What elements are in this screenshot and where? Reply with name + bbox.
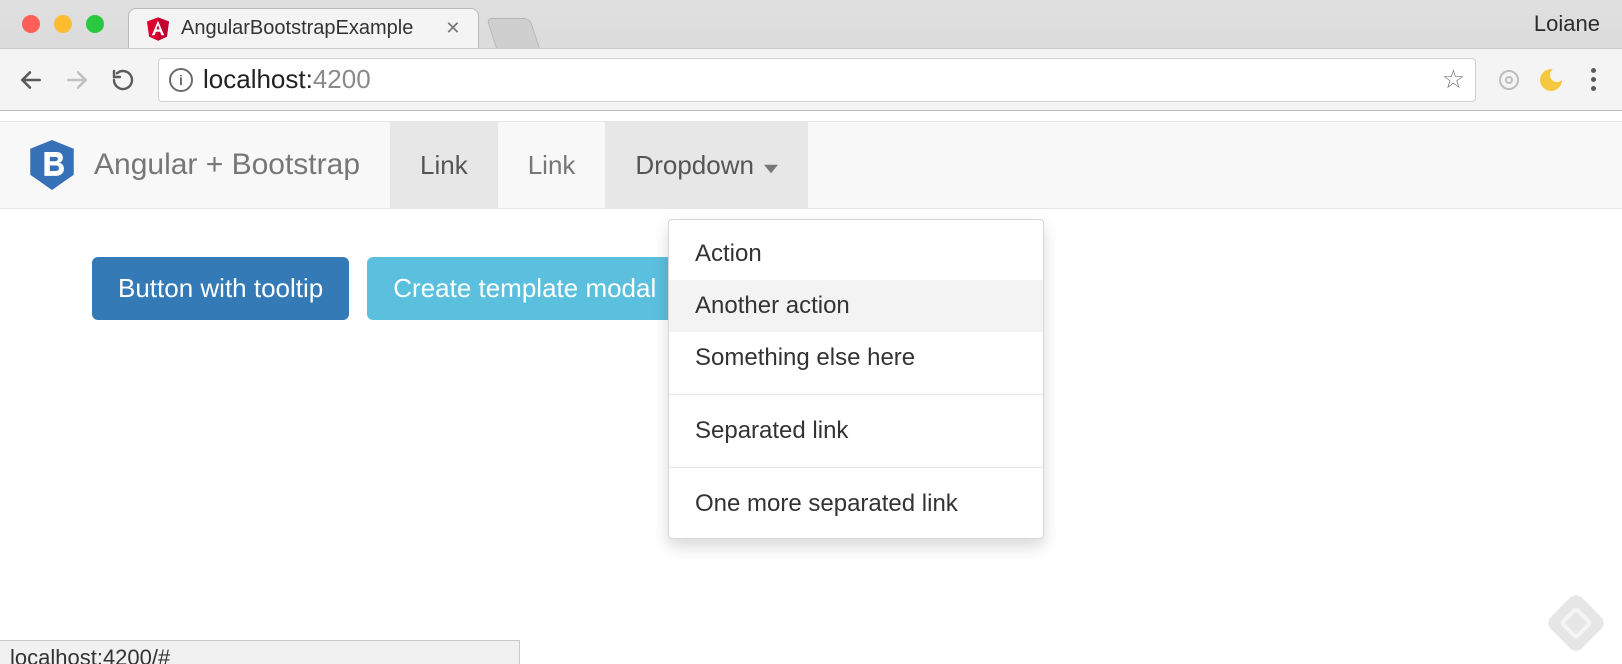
- browser-toolbar: i localhost:4200 ☆: [0, 48, 1622, 110]
- brand-text: Angular + Bootstrap: [94, 148, 360, 182]
- browser-chrome: AngularBootstrapExample ✕ Loiane i local…: [0, 0, 1622, 111]
- bootstrap-icon: [30, 140, 74, 190]
- app-navbar: Angular + Bootstrap Link Link Dropdown: [0, 121, 1622, 209]
- browser-menu-button[interactable]: [1576, 63, 1610, 97]
- address-bar[interactable]: i localhost:4200 ☆: [158, 58, 1476, 102]
- close-window-button[interactable]: [22, 15, 40, 33]
- moon-icon: [1540, 69, 1562, 91]
- bookmark-star-icon[interactable]: ☆: [1442, 64, 1465, 95]
- site-info-icon[interactable]: i: [169, 68, 193, 92]
- status-bar: localhost:4200/#: [0, 640, 520, 664]
- page-viewport: Angular + Bootstrap Link Link Dropdown A…: [0, 121, 1622, 664]
- nav-links: Link Link Dropdown: [390, 122, 808, 208]
- window-controls: [0, 15, 122, 33]
- profile-name[interactable]: Loiane: [1534, 11, 1600, 37]
- nav-dropdown-label: Dropdown: [635, 150, 754, 181]
- nav-link-2[interactable]: Link: [498, 122, 606, 208]
- browser-tab-active[interactable]: AngularBootstrapExample ✕: [128, 8, 479, 48]
- dropdown-divider: [669, 394, 1043, 395]
- dropdown-item-another-action[interactable]: Another action: [669, 280, 1043, 332]
- nav-link-1[interactable]: Link: [390, 122, 498, 208]
- extension-icon-1[interactable]: [1492, 63, 1526, 97]
- nav-dropdown-toggle[interactable]: Dropdown: [605, 122, 808, 208]
- extension-icon-2[interactable]: [1534, 63, 1568, 97]
- angular-icon: [147, 16, 169, 42]
- new-tab-button[interactable]: [487, 18, 541, 48]
- reload-button[interactable]: [104, 61, 142, 99]
- dropdown-item-something-else[interactable]: Something else here: [669, 332, 1043, 384]
- create-modal-button[interactable]: Create template modal: [367, 257, 682, 320]
- dropdown-item-action[interactable]: Action: [669, 228, 1043, 280]
- minimize-window-button[interactable]: [54, 15, 72, 33]
- url-host: localhost:: [203, 64, 313, 94]
- url-port: 4200: [313, 64, 371, 94]
- forward-button[interactable]: [58, 61, 96, 99]
- caret-down-icon: [764, 150, 778, 181]
- dropdown-item-one-more[interactable]: One more separated link: [669, 478, 1043, 530]
- url-text: localhost:4200: [203, 64, 371, 95]
- dropdown-item-separated[interactable]: Separated link: [669, 405, 1043, 457]
- dropdown-divider: [669, 467, 1043, 468]
- feedly-icon[interactable]: [1545, 592, 1607, 654]
- tooltip-button[interactable]: Button with tooltip: [92, 257, 349, 320]
- tab-title: AngularBootstrapExample: [181, 17, 413, 40]
- close-tab-icon[interactable]: ✕: [445, 18, 460, 39]
- back-button[interactable]: [12, 61, 50, 99]
- navbar-brand[interactable]: Angular + Bootstrap: [0, 122, 390, 208]
- maximize-window-button[interactable]: [86, 15, 104, 33]
- tab-strip: AngularBootstrapExample ✕ Loiane: [0, 0, 1622, 48]
- dropdown-menu: Action Another action Something else her…: [668, 219, 1044, 539]
